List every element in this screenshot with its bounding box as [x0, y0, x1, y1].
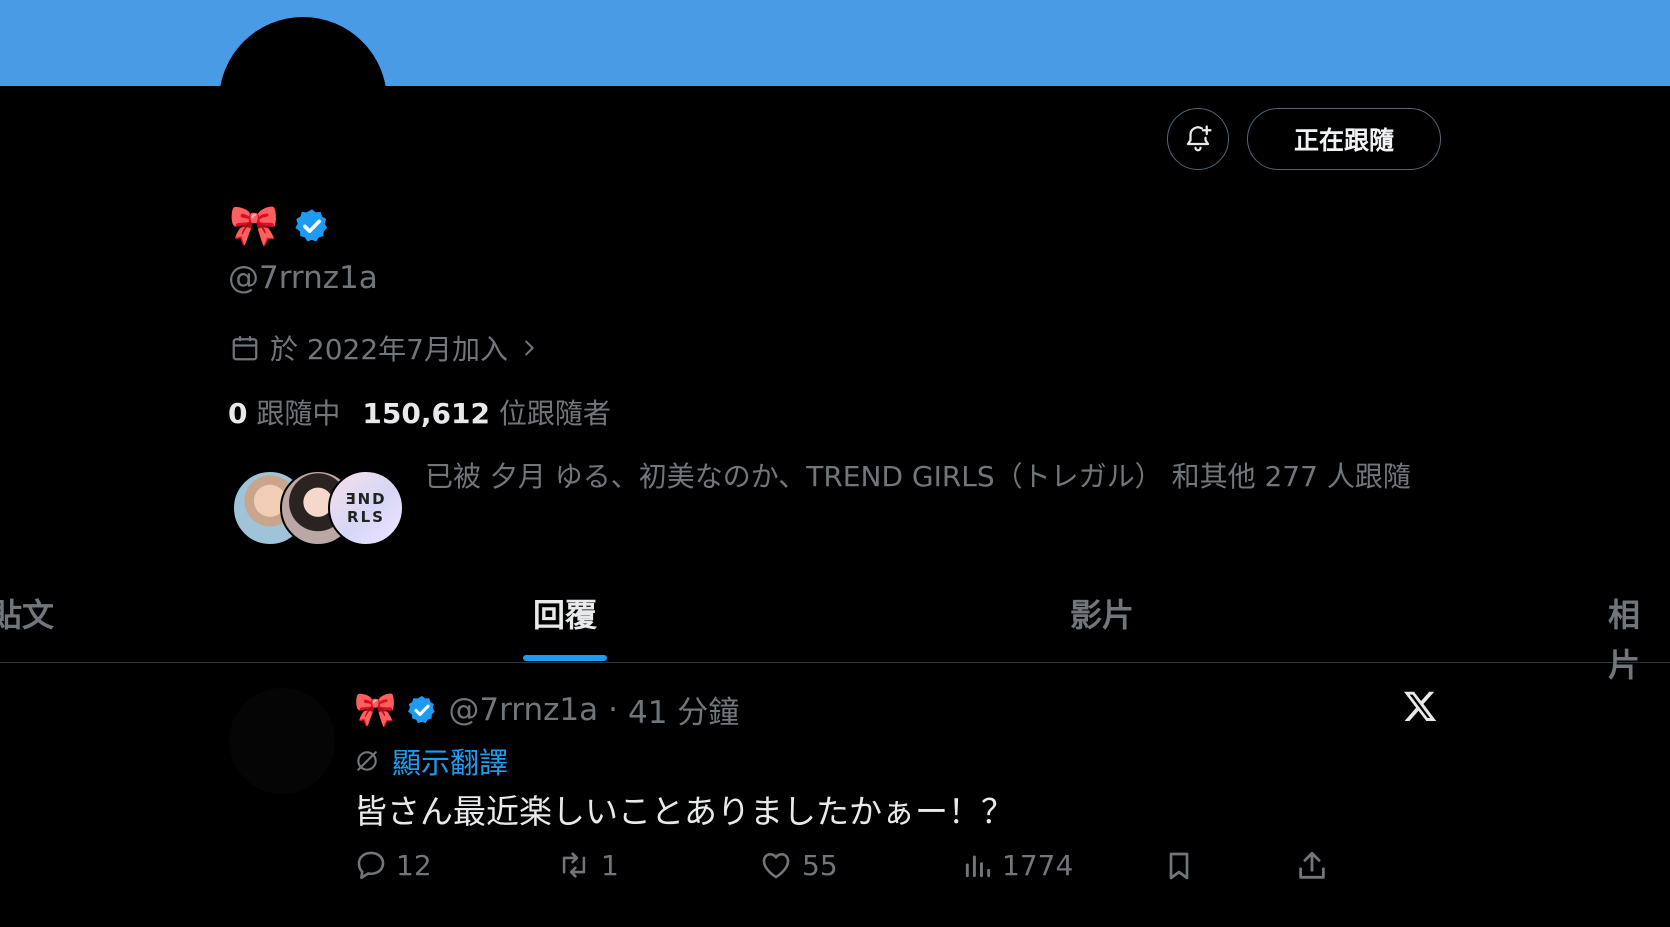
chevron-right-icon: [525, 340, 534, 356]
x-logo-icon: [1403, 691, 1437, 721]
followers-link[interactable]: 150,612 位跟隨者: [362, 392, 610, 432]
following-label: 跟隨中: [256, 397, 341, 430]
view-count: 1774: [1002, 848, 1074, 882]
tweet-header: 🎀 @7rrnz1a · 41 分鐘: [354, 687, 739, 732]
joined-date[interactable]: 於 2022年7月加入: [230, 328, 540, 368]
show-translation-button[interactable]: 顯示翻譯: [354, 740, 508, 782]
profile-tabs: 貼文 回覆 影片 相片: [0, 590, 1670, 684]
show-translation-label: 顯示翻譯: [392, 746, 509, 780]
bookmark-button[interactable]: [1163, 848, 1195, 884]
following-count: 0: [228, 397, 248, 430]
reply-count: 12: [396, 848, 432, 882]
repost-icon: [562, 852, 586, 878]
tweet-avatar[interactable]: [229, 688, 335, 794]
verified-badge-icon: [295, 209, 327, 242]
following-link[interactable]: 0 跟隨中: [228, 392, 340, 432]
notifications-button[interactable]: [1167, 108, 1229, 170]
reply-icon: [357, 851, 385, 880]
display-name: 🎀: [229, 203, 331, 249]
ribbon-emoji: 🎀: [354, 689, 397, 730]
tweet-text: 皆さん最近楽しいことありましたかぁー！？: [354, 792, 1014, 831]
profile-avatar[interactable]: [219, 17, 387, 185]
verified-badge-icon: [408, 695, 436, 723]
bell-plus-icon: [1186, 125, 1212, 152]
follow-stats: 0 跟隨中 150,612 位跟隨者: [228, 392, 611, 432]
views-button[interactable]: 1774: [962, 848, 1073, 882]
tab-replies[interactable]: 回覆: [533, 590, 597, 640]
reply-button[interactable]: 12: [354, 848, 432, 882]
following-button[interactable]: 正在跟隨: [1247, 108, 1441, 170]
tab-posts[interactable]: 貼文: [0, 590, 54, 640]
like-button[interactable]: 55: [758, 848, 838, 882]
tab-photos[interactable]: 相片: [1608, 590, 1670, 690]
calendar-icon: [232, 336, 258, 361]
follower-avatar: ƎND RLS: [328, 470, 404, 546]
like-count: 55: [802, 848, 838, 882]
heart-icon: [762, 853, 790, 879]
repost-count: 1: [601, 848, 619, 882]
profile-handle: @7rrnz1a: [228, 260, 378, 296]
share-icon: [1299, 851, 1325, 879]
followers-count: 150,612: [362, 397, 490, 430]
bookmark-icon: [1169, 852, 1189, 880]
translate-icon: [357, 751, 377, 771]
followed-by-avatars[interactable]: ƎND RLS: [232, 470, 406, 546]
views-chart-icon: [965, 855, 991, 878]
ribbon-emoji: 🎀: [229, 203, 279, 249]
repost-button[interactable]: 1: [555, 848, 619, 882]
joined-text: 於 2022年7月加入: [270, 333, 508, 366]
tweet-time[interactable]: 41 分鐘: [628, 687, 739, 732]
followed-by-text[interactable]: 已被 夕月 ゆる、初美なのか、TREND GIRLS（トレガル） 和其他 277…: [425, 444, 1415, 510]
followers-label: 位跟隨者: [498, 397, 611, 430]
follower-avatar-text: ƎND RLS: [345, 490, 387, 526]
tab-videos[interactable]: 影片: [1070, 590, 1134, 640]
active-tab-indicator: [523, 655, 607, 661]
share-button[interactable]: [1295, 848, 1329, 884]
tweet-separator: ·: [608, 691, 618, 728]
tweet-handle[interactable]: @7rrnz1a: [448, 692, 598, 728]
